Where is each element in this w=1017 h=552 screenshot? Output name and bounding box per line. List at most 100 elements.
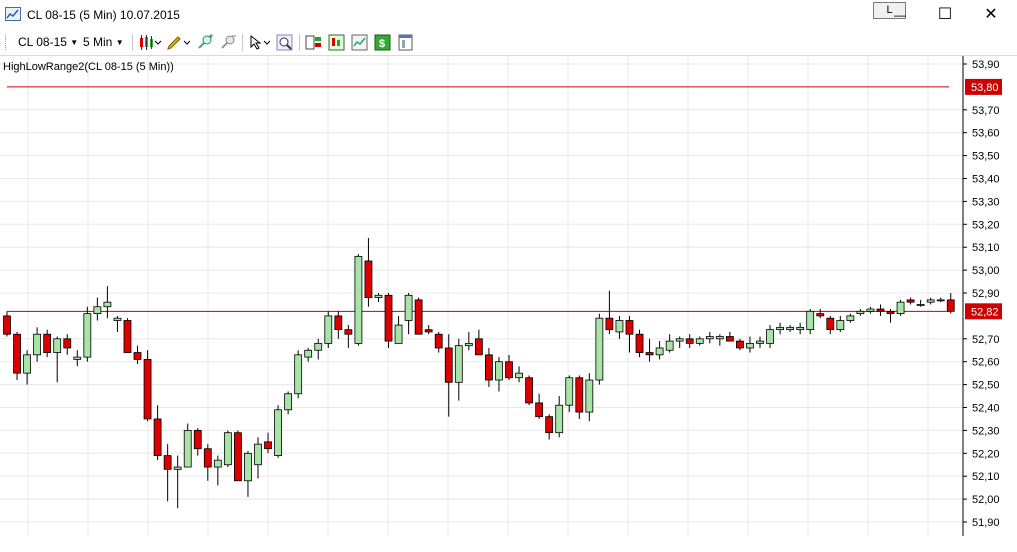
candle-up — [495, 361, 503, 381]
toolbar-separator — [242, 34, 243, 51]
candle-up — [655, 347, 664, 356]
properties-icon[interactable] — [397, 34, 415, 51]
candle-up — [33, 333, 42, 356]
candle-down — [725, 336, 734, 342]
candle-up — [254, 443, 262, 466]
magnifier-icon[interactable] — [276, 34, 294, 51]
candle-down — [605, 317, 614, 331]
candle-down — [625, 320, 634, 335]
candle-down — [434, 333, 443, 349]
close-button[interactable]: ✕ — [968, 0, 1014, 30]
candle-up — [173, 466, 182, 470]
candle-down — [143, 359, 152, 420]
candle-down — [736, 340, 744, 349]
y-tick-label: 52,10 — [972, 471, 1000, 483]
candle-up — [274, 409, 282, 456]
minimize-icon: — — [894, 8, 906, 22]
candle-up — [555, 404, 564, 434]
candle-down — [826, 317, 835, 331]
title-bar: CL 08-15 (5 Min) 10.07.2015 L — ☐ ✕ — [0, 0, 1017, 30]
toolbar-separator — [299, 34, 300, 51]
y-tick-label: 52,20 — [972, 448, 1000, 460]
zoom-in-icon[interactable] — [196, 34, 214, 51]
toolbar-grip[interactable] — [5, 35, 8, 50]
candle-down — [474, 338, 483, 356]
candle-down — [886, 310, 895, 315]
candle-up — [665, 340, 674, 351]
chart-trader-icon[interactable] — [305, 34, 323, 51]
y-tick-label: 52,90 — [972, 288, 1000, 300]
cursor-select-icon[interactable] — [248, 34, 271, 51]
dollar-icon[interactable]: $ — [374, 34, 392, 51]
candle-up — [83, 313, 92, 358]
candle-down — [13, 333, 21, 374]
candle-down — [444, 347, 453, 383]
candle-up — [615, 320, 624, 333]
y-tick-label: 53,10 — [972, 242, 1000, 254]
candle-up — [93, 306, 102, 315]
candle-down — [334, 315, 343, 331]
candle-down — [133, 352, 142, 360]
y-tick-label: 52,50 — [972, 380, 1000, 392]
candle-down — [906, 299, 915, 303]
candle-up — [103, 301, 112, 308]
y-tick-label: 53,60 — [972, 128, 1000, 140]
candle-up — [705, 336, 714, 340]
candle-down — [384, 294, 393, 342]
candle-up — [565, 377, 574, 406]
candle-down — [876, 308, 885, 312]
candle-up — [806, 310, 815, 331]
candle-down — [163, 455, 172, 470]
svg-text:$: $ — [379, 38, 385, 50]
y-tick-label: 53,70 — [972, 105, 1000, 117]
y-tick-label: 52,40 — [972, 403, 1000, 415]
toolbar-separator — [132, 34, 133, 51]
candle-down — [635, 333, 644, 353]
candle-down — [123, 320, 132, 353]
strategy-icon[interactable] — [328, 34, 346, 51]
candle-down — [364, 260, 373, 298]
y-tick-label: 53,90 — [972, 59, 1000, 71]
candle-down — [485, 354, 493, 381]
chart-app-icon — [5, 7, 21, 21]
candle-up — [284, 393, 293, 411]
candle-down — [344, 329, 353, 335]
zoom-out-icon[interactable] — [219, 34, 237, 51]
minimize-button[interactable]: — — [877, 0, 923, 30]
interval-label: 5 Min — [83, 35, 113, 49]
window-title: CL 08-15 (5 Min) 10.07.2015 — [27, 8, 180, 22]
y-tick-label: 52,60 — [972, 357, 1000, 369]
candle-down — [816, 313, 825, 317]
candle-up — [113, 317, 122, 321]
instrument-selector[interactable]: CL 08-15 ▼ — [18, 34, 78, 52]
interval-selector[interactable]: 5 Min ▼ — [83, 34, 124, 52]
candle-down — [234, 432, 242, 482]
y-tick-label: 51,90 — [972, 517, 1000, 529]
y-tick-label: 53,40 — [972, 174, 1000, 186]
chart-panel[interactable]: 53,90 53,70 53,60 53,50 53,40 53,30 53,20 53,10… — [0, 56, 1017, 549]
candlestick-style-icon[interactable] — [138, 34, 162, 51]
candle-down — [3, 315, 11, 335]
toolbar: CL 08-15 ▼ 5 Min ▼ $ — [0, 30, 1017, 56]
candle-up — [766, 329, 774, 344]
candle-up — [223, 432, 232, 466]
candle-up — [23, 354, 31, 374]
candle-up — [73, 356, 82, 360]
candle-up — [786, 326, 795, 331]
candlestick-chart[interactable]: 53,90 53,70 53,60 53,50 53,40 53,30 53,20 53,10… — [0, 56, 1017, 549]
candle-up — [394, 324, 403, 344]
candle-up — [916, 304, 925, 306]
candle-down — [645, 352, 654, 356]
candle-up — [324, 315, 333, 344]
y-tick-label: 53,00 — [972, 265, 1000, 277]
candle-up — [354, 255, 363, 344]
maximize-button[interactable]: ☐ — [922, 0, 968, 30]
candle-down — [545, 416, 554, 434]
draw-pencil-icon[interactable] — [166, 34, 191, 51]
indicators-icon[interactable] — [351, 34, 369, 51]
y-tick-label: 52,00 — [972, 494, 1000, 506]
candle-down — [685, 338, 694, 344]
candle-down — [414, 299, 423, 335]
candle-up — [675, 338, 684, 342]
candle-up — [796, 326, 805, 331]
